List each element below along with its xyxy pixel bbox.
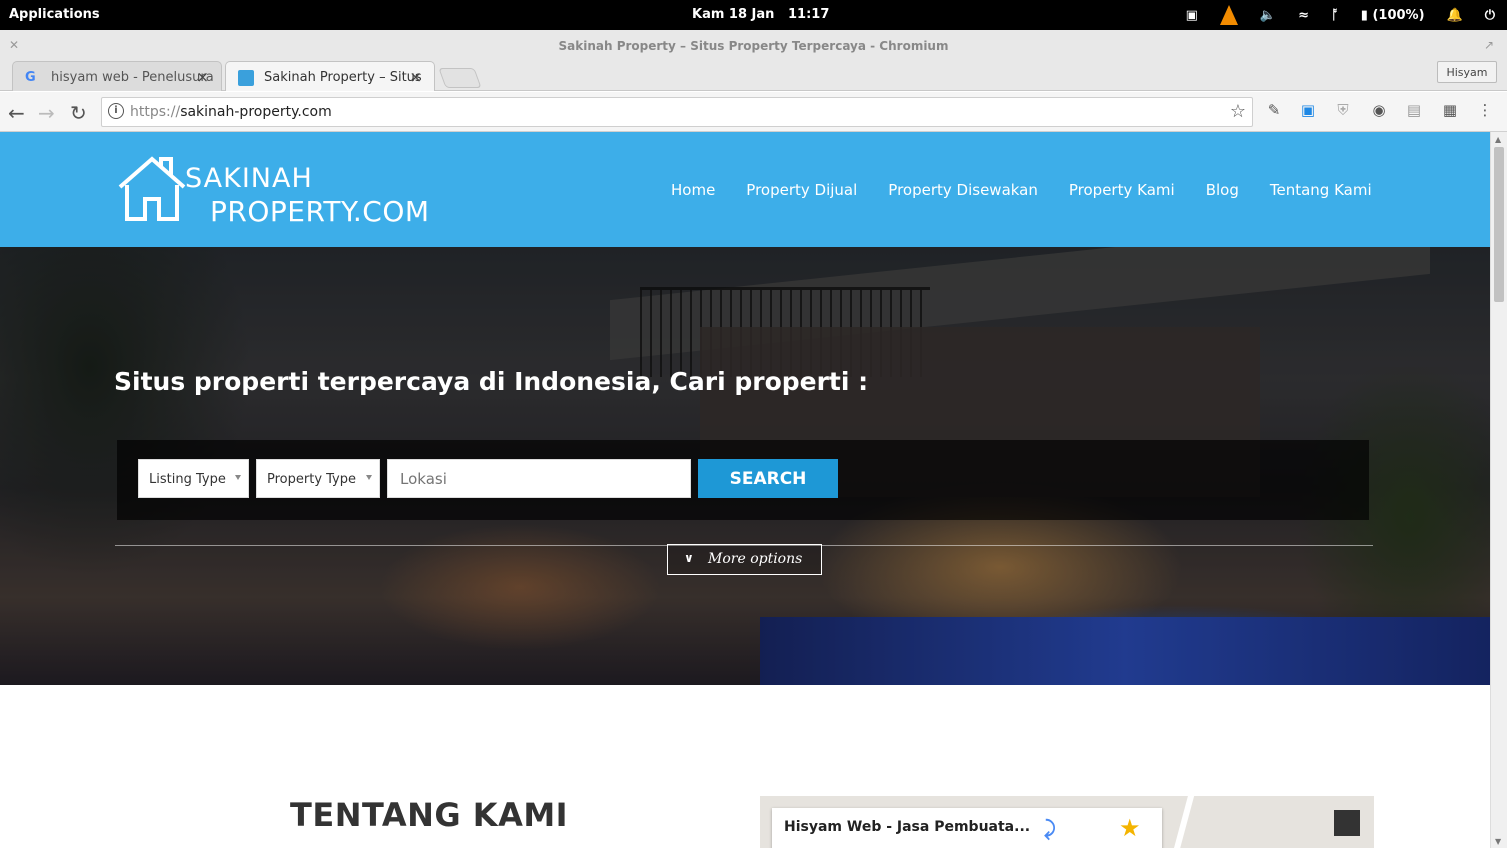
- browser-toolbar: ← → ↻ i https://sakinah-property.com ☆ ✎…: [0, 92, 1507, 132]
- map-place-card: Hisyam Web - Jasa Pembuata... ⤸ ★: [772, 808, 1162, 848]
- nav-property-kami[interactable]: Property Kami: [1069, 181, 1175, 199]
- listing-type-select[interactable]: Listing Type: [138, 459, 249, 498]
- tab-label: Sakinah Property – Situs: [264, 70, 422, 85]
- dropdown-caret-icon: [366, 475, 372, 480]
- site-header: SAKINAH PROPERTY.COM Home Property Dijua…: [0, 132, 1490, 247]
- eyedropper-extension-icon[interactable]: ✎: [1265, 101, 1283, 119]
- tab-google-search[interactable]: G hisyam web - Penelusura ×: [12, 61, 222, 91]
- bookmark-star-icon[interactable]: ☆: [1230, 101, 1246, 122]
- scrollbar-thumb[interactable]: [1494, 147, 1504, 302]
- image-extension-icon[interactable]: ▤: [1405, 101, 1423, 119]
- site-info-icon[interactable]: i: [108, 103, 124, 119]
- back-arrow-icon[interactable]: ←: [8, 101, 25, 125]
- google-icon: G: [25, 70, 36, 85]
- logo-text-line2: PROPERTY.COM: [210, 195, 430, 228]
- hero-section: Situs properti terpercaya di Indonesia, …: [0, 247, 1490, 685]
- location-input[interactable]: [387, 459, 691, 498]
- about-section-title: TENTANG KAMI: [290, 796, 569, 834]
- wifi-icon[interactable]: ≈: [1298, 8, 1309, 23]
- property-type-select[interactable]: Property Type: [256, 459, 380, 498]
- logo-text-line1: SAKINAH: [185, 163, 313, 194]
- tab-sakinah-property[interactable]: Sakinah Property – Situs ×: [225, 61, 435, 91]
- map-place-name[interactable]: Hisyam Web - Jasa Pembuata...: [784, 819, 1030, 835]
- page-scrollbar[interactable]: ▲ ▼: [1490, 132, 1507, 848]
- shield-extension-icon[interactable]: ⛨: [1334, 101, 1352, 119]
- tab-close-icon[interactable]: ×: [409, 68, 422, 86]
- power-icon[interactable]: ⏻: [1485, 8, 1495, 23]
- camera-extension-icon[interactable]: ◉: [1370, 101, 1388, 119]
- map-fullscreen-button[interactable]: [1334, 810, 1360, 836]
- search-button[interactable]: SEARCH: [698, 459, 838, 498]
- nav-property-disewakan[interactable]: Property Disewakan: [888, 181, 1038, 199]
- sidebar-extension-icon[interactable]: ▦: [1441, 101, 1459, 119]
- nav-blog[interactable]: Blog: [1206, 181, 1239, 199]
- window-title-bar: ✕ Sakinah Property – Situs Property Terp…: [0, 30, 1507, 60]
- bluetooth-icon[interactable]: ᚩ: [1331, 8, 1339, 23]
- nav-home[interactable]: Home: [671, 181, 715, 199]
- battery-indicator[interactable]: ▮ (100%): [1361, 8, 1425, 23]
- system-tray: ▣ 🔈 ≈ ᚩ ▮ (100%) 🔔 ⏻: [1186, 5, 1495, 25]
- nav-tentang-kami[interactable]: Tentang Kami: [1270, 181, 1372, 199]
- volume-icon[interactable]: 🔈: [1260, 8, 1276, 23]
- vlc-icon[interactable]: [1219, 5, 1238, 25]
- new-tab-button[interactable]: [438, 68, 482, 88]
- scroll-down-icon[interactable]: ▼: [1495, 837, 1501, 846]
- bookmark-extension-icon[interactable]: ▣: [1299, 101, 1317, 119]
- site-icon: [238, 70, 254, 86]
- os-top-bar: Applications Kam 18 Jan 11:17 ▣ 🔈 ≈ ᚩ ▮ …: [0, 0, 1507, 30]
- main-nav: Home Property Dijual Property Disewakan …: [671, 181, 1372, 199]
- directions-icon[interactable]: ⤸: [1044, 816, 1056, 840]
- notification-bell-icon[interactable]: 🔔: [1447, 8, 1463, 23]
- applications-menu[interactable]: Applications: [9, 7, 100, 22]
- window-title: Sakinah Property – Situs Property Terper…: [558, 39, 949, 53]
- clock[interactable]: Kam 18 Jan 11:17: [692, 7, 829, 22]
- screenshot-icon[interactable]: ▣: [1186, 8, 1198, 23]
- star-icon[interactable]: ★: [1119, 814, 1141, 842]
- hero-title: Situs properti terpercaya di Indonesia, …: [114, 367, 869, 396]
- embedded-map[interactable]: Hisyam Web - Jasa Pembuata... ⤸ ★: [760, 796, 1374, 848]
- window-maximize-icon[interactable]: ↗: [1484, 38, 1494, 52]
- profile-button[interactable]: Hisyam: [1437, 61, 1497, 83]
- forward-arrow-icon[interactable]: →: [38, 101, 55, 125]
- browser-menu-icon[interactable]: ⋮: [1476, 101, 1494, 119]
- more-options-button[interactable]: ∨ More options: [667, 544, 822, 575]
- url-text[interactable]: https://sakinah-property.com: [130, 104, 332, 120]
- chevron-down-icon: ∨: [684, 551, 694, 565]
- dropdown-caret-icon: [235, 475, 241, 480]
- house-logo-icon: [118, 156, 186, 221]
- nav-property-dijual[interactable]: Property Dijual: [746, 181, 857, 199]
- scroll-up-icon[interactable]: ▲: [1495, 135, 1501, 144]
- property-search-form: Listing Type Property Type SEARCH: [117, 440, 1369, 520]
- tab-label: hisyam web - Penelusura: [51, 70, 214, 85]
- reload-icon[interactable]: ↻: [70, 101, 87, 125]
- address-bar[interactable]: i https://sakinah-property.com ☆: [101, 97, 1253, 127]
- tab-close-icon[interactable]: ×: [196, 68, 209, 86]
- tab-strip: G hisyam web - Penelusura × Sakinah Prop…: [0, 58, 1507, 91]
